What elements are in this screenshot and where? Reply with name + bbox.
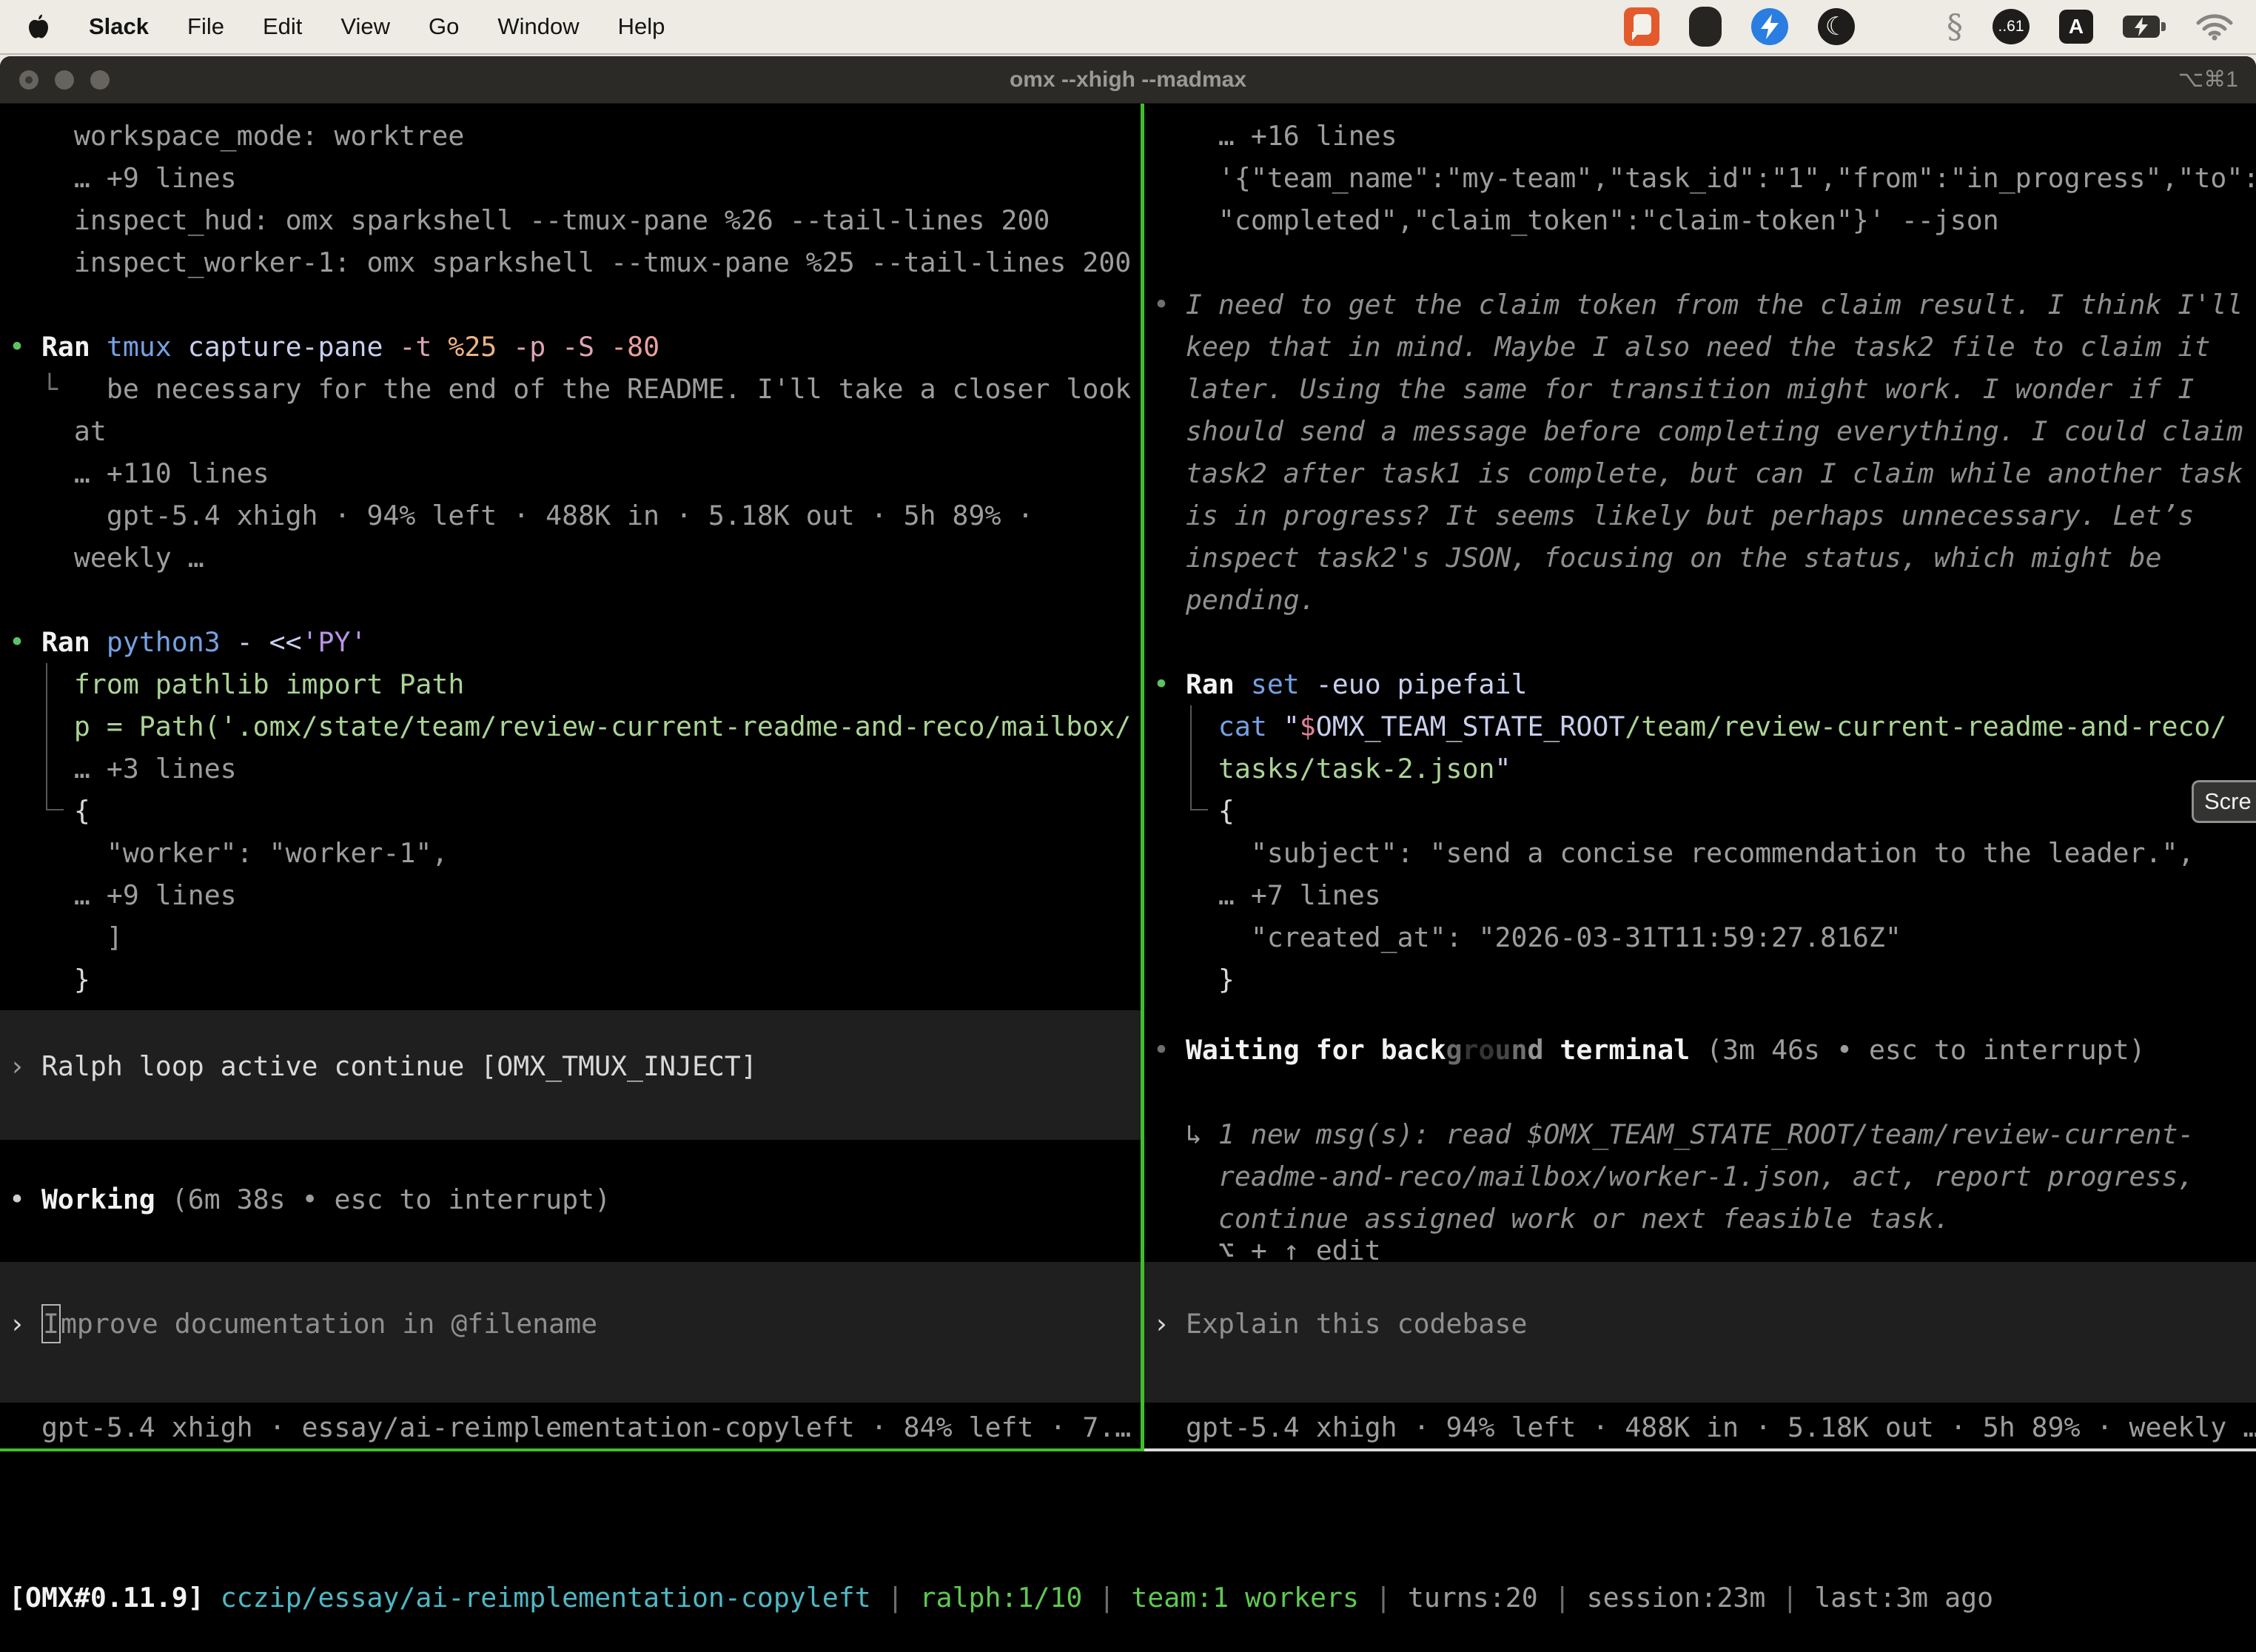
terminal-line: … +7 lines [1153,874,2256,916]
terminal-line: gpt-5.4 xhigh · 94% left · 488K in · 5.1… [9,494,1141,537]
tree-guideline [46,663,47,810]
terminal-line: from pathlib import Path [9,663,1141,705]
tmux-pane-left[interactable]: workspace_mode: worktree … +9 lines insp… [0,104,1141,1448]
window-title-bar[interactable]: omx --xhigh --madmax ⌥⌘1 [0,56,2256,104]
input-source-icon[interactable]: A [2059,10,2093,44]
terminal-line: p = Path('.omx/state/team/review-current… [9,705,1141,748]
window-shortcut-label: ⌥⌘1 [2178,67,2238,93]
window-title: omx --xhigh --madmax [0,67,2256,93]
battery-percent-badge[interactable]: ..61 [1993,9,2030,44]
terminal-line: } [9,958,1141,1001]
tree-guideline [46,809,64,810]
right-pane-output: … +16 lines '{"team_name":"my-team","tas… [1153,115,2256,1001]
terminal-line: … +9 lines [9,157,1141,199]
wifi-icon[interactable] [2195,13,2234,41]
working-status: • Working (6m 38s • esc to interrupt) [9,1178,1141,1220]
terminal-line: cat "$OMX_TEAM_STATE_ROOT/team/review-cu… [1153,705,2256,748]
ralph-loop-band: › Ralph loop active continue [OMX_TMUX_I… [0,1010,1141,1140]
terminal-line [9,579,1141,621]
terminal-line: … +3 lines [9,748,1141,790]
terminal-line: └ be necessary for the end of the README… [9,368,1141,410]
terminal-line: ] [9,916,1141,958]
terminal-line: inspect task2's JSON, focusing on the st… [1153,537,2256,579]
menu-go[interactable]: Go [429,13,459,40]
terminal-line: at [9,410,1141,452]
terminal-window: omx --xhigh --madmax ⌥⌘1 workspace_mode:… [0,56,2256,1652]
terminal-line [1153,621,2256,663]
terminal-line: '{"team_name":"my-team","task_id":"1","f… [1153,157,2256,199]
terminal-line: { [9,790,1141,832]
terminal-line: keep that in mind. Maybe I also need the… [1153,326,2256,368]
terminal-line: task2 after task1 is complete, but can I… [1153,452,2256,494]
terminal-content: workspace_mode: worktree … +9 lines insp… [0,104,2256,1652]
menu-view[interactable]: View [340,13,390,40]
terminal-line: … +110 lines [9,452,1141,494]
terminal-line: "completed","claim_token":"claim-token"}… [1153,199,2256,241]
prompt-input[interactable]: › Explain this codebase [1153,1303,2256,1345]
ralph-loop-status: › Ralph loop active continue [OMX_TMUX_I… [9,1045,1141,1087]
terminal-line: … +9 lines [9,874,1141,916]
terminal-line: inspect_worker-1: omx sparkshell --tmux-… [9,241,1141,283]
terminal-line: • Ran set -euo pipefail [1153,663,2256,705]
dots-grid-icon[interactable] [1884,10,1917,43]
terminal-line: readme-and-reco/mailbox/worker-1.json, a… [1153,1155,2256,1198]
terminal-line: should send a message before completing … [1153,410,2256,452]
left-pane-status-line: gpt-5.4 xhigh · essay/ai-reimplementatio… [9,1406,1141,1448]
terminal-line: later. Using the same for transition mig… [1153,368,2256,410]
terminal-line: • I need to get the claim token from the… [1153,283,2256,326]
terminal-line: ↳ 1 new msg(s): read $OMX_TEAM_STATE_ROO… [1153,1113,2256,1155]
tmux-pane-divider[interactable] [1141,104,1144,1451]
battery-icon[interactable] [2123,16,2166,38]
apple-menu-icon[interactable] [27,13,50,41]
left-pane-output: workspace_mode: worktree … +9 lines insp… [9,115,1141,1001]
squiggle-icon[interactable]: § [1947,8,1963,46]
terminal-line: "created_at": "2026-03-31T11:59:27.816Z" [1153,916,2256,958]
blue-badge-icon[interactable] [1751,8,1788,45]
pane-bottom-border-inactive [1144,1448,2256,1451]
terminal-line [1153,241,2256,283]
screenshare-icon[interactable] [1624,7,1659,46]
menu-window[interactable]: Window [497,13,579,40]
terminal-line: tasks/task-2.json" [1153,748,2256,790]
menu-bar: Slack File Edit View Go Window Help ☾ § ..61 … [0,0,2256,55]
menu-help[interactable]: Help [618,13,665,40]
screen-tooltip: Scre [2192,780,2256,823]
menu-file[interactable]: File [187,13,224,40]
terminal-line: … +16 lines [1153,115,2256,157]
menu-bar-status-icons: ☾ § ..61 A [1624,7,2256,47]
crescent-icon[interactable]: ☾ [1818,8,1855,45]
new-message-note: ↳ 1 new msg(s): read $OMX_TEAM_STATE_ROO… [1153,1113,2256,1240]
terminal-line: "worker": "worker-1", [9,832,1141,874]
omx-status-line: [OMX#0.11.9] cczip/essay/ai-reimplementa… [9,1577,1993,1619]
tree-guideline [1190,809,1208,810]
prompt-input-band[interactable]: › Improve documentation in @filename [0,1262,1141,1403]
terminal-line: weekly … [9,537,1141,579]
terminal-line: pending. [1153,579,2256,621]
tmux-pane-right[interactable]: … +16 lines '{"team_name":"my-team","tas… [1144,104,2256,1448]
terminal-line: • Ran tmux capture-pane -t %25 -p -S -80 [9,326,1141,368]
terminal-line: is in progress? It seems likely but perh… [1153,494,2256,537]
prompt-input-band[interactable]: › Explain this codebase [1144,1262,2256,1403]
pane-bottom-border-active [0,1448,1144,1451]
prompt-input[interactable]: › Improve documentation in @filename [9,1303,1141,1345]
waiting-status: • Waiting for background terminal (3m 46… [1153,1029,2256,1071]
right-pane-status-line: gpt-5.4 xhigh · 94% left · 488K in · 5.1… [1153,1406,2256,1448]
tree-guideline [1190,705,1192,810]
menu-items: File Edit View Go Window Help [187,13,665,40]
menu-bar-left: Slack File Edit View Go Window Help [0,13,665,41]
terminal-line: "subject": "send a concise recommendatio… [1153,832,2256,874]
terminal-line: } [1153,958,2256,1001]
terminal-line [9,283,1141,326]
terminal-line: • Ran python3 - <<'PY' [9,621,1141,663]
terminal-line: workspace_mode: worktree [9,115,1141,157]
terminal-line: inspect_hud: omx sparkshell --tmux-pane … [9,199,1141,241]
menu-edit[interactable]: Edit [263,13,302,40]
grid-shield-icon[interactable] [1689,7,1722,47]
terminal-line: { [1153,790,2256,832]
menu-app-name[interactable]: Slack [89,13,149,40]
